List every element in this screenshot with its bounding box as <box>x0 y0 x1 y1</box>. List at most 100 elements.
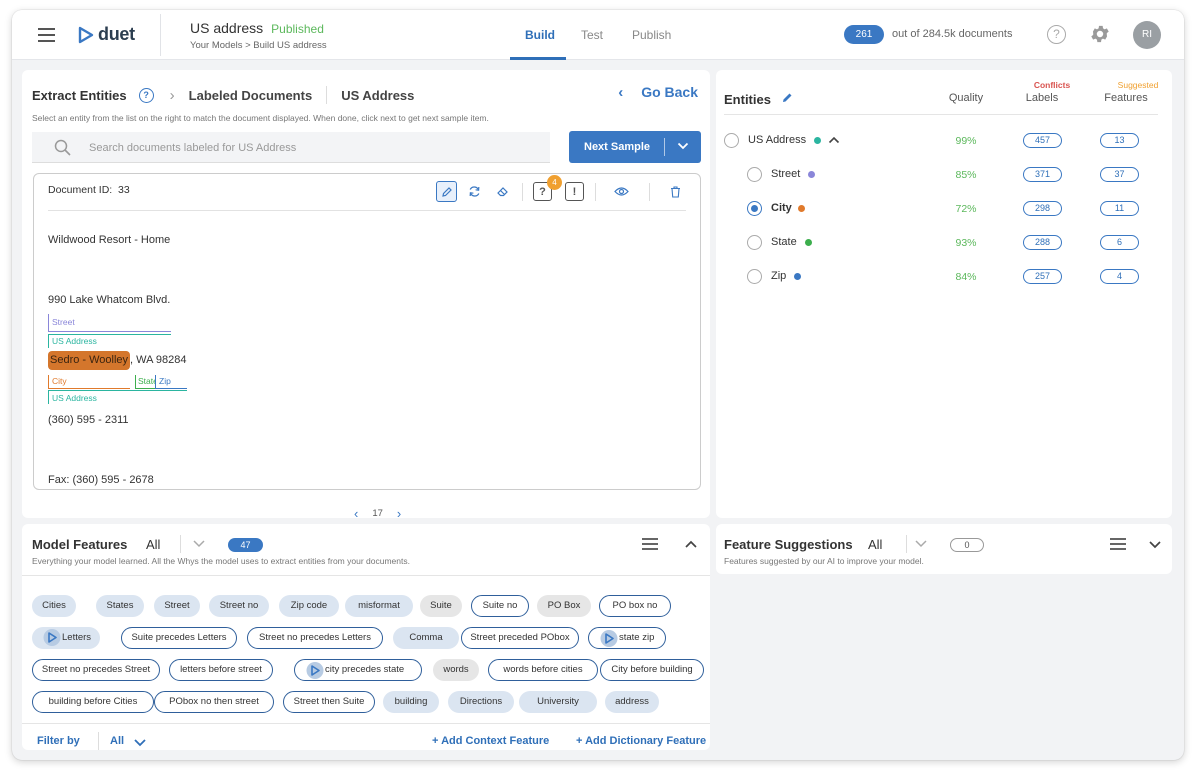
chevron-up-icon[interactable] <box>828 135 840 145</box>
menu-icon[interactable] <box>38 28 55 42</box>
count-badge: 4 <box>547 175 562 190</box>
features-filter-value[interactable]: All <box>146 537 160 552</box>
label-us-address[interactable]: US Address <box>48 390 187 404</box>
radio-button[interactable] <box>747 167 762 182</box>
feature-chip[interactable]: University <box>519 691 597 713</box>
document-line: 990 Lake Whatcom Blvd. <box>48 294 171 306</box>
entity-row-city[interactable]: City 72% 298 11 <box>716 194 1172 224</box>
document-id: Document ID: 33 <box>48 184 130 196</box>
feature-chip[interactable]: Street then Suite <box>283 691 375 713</box>
chevron-up-icon[interactable] <box>684 538 698 550</box>
filter-by-select[interactable]: All <box>110 735 124 747</box>
gear-icon[interactable] <box>1089 23 1111 45</box>
suggestions-filter-value[interactable]: All <box>868 537 882 552</box>
feature-chip[interactable]: States <box>96 595 144 617</box>
feature-chip[interactable]: Comma <box>393 627 459 649</box>
radio-button[interactable] <box>747 235 762 250</box>
feature-suggestions-title: Feature Suggestions <box>724 537 853 552</box>
chevron-right-icon[interactable]: › <box>397 506 401 521</box>
feature-chip[interactable]: Zip code <box>279 595 339 617</box>
eye-icon[interactable] <box>611 181 632 202</box>
help-icon[interactable]: ? <box>1047 25 1066 44</box>
features-count[interactable]: 37 <box>1100 167 1139 182</box>
radio-button[interactable] <box>747 201 762 216</box>
feature-chip[interactable]: Suite <box>420 595 462 617</box>
features-count[interactable]: 6 <box>1100 235 1139 250</box>
avatar[interactable]: RI <box>1133 21 1161 49</box>
entity-row-us-address[interactable]: US Address 99% 457 13 <box>716 126 1172 156</box>
entity-row-zip[interactable]: Zip 84% 257 4 <box>716 262 1172 292</box>
feature-chip[interactable]: Letters <box>32 627 100 649</box>
highlight-city[interactable]: Sedro - Woolley <box>48 351 130 370</box>
feature-chip[interactable]: PO box no <box>599 595 671 617</box>
feature-chip[interactable]: City before building <box>600 659 704 681</box>
radio-button[interactable] <box>747 269 762 284</box>
go-back-link[interactable]: ‹ Go Back <box>618 84 698 101</box>
radio-button[interactable] <box>724 133 739 148</box>
label-city[interactable]: City <box>48 375 130 389</box>
feature-chip[interactable]: Suite no <box>471 595 529 617</box>
features-count[interactable]: 11 <box>1100 201 1139 216</box>
labels-count[interactable]: 288 <box>1023 235 1062 250</box>
chevron-down-icon[interactable] <box>1148 538 1162 550</box>
label-state[interactable]: State <box>135 375 155 389</box>
labels-count[interactable]: 457 <box>1023 133 1062 148</box>
entity-row-street[interactable]: Street 85% 371 37 <box>716 160 1172 190</box>
feature-chip[interactable]: building before Cities <box>32 691 154 713</box>
add-context-feature-link[interactable]: + Add Context Feature <box>432 735 549 747</box>
feature-chip[interactable]: words <box>433 659 479 681</box>
features-count[interactable]: 4 <box>1100 269 1139 284</box>
crumb-labeled-documents[interactable]: Labeled Documents <box>189 88 313 103</box>
trash-icon[interactable] <box>665 181 686 202</box>
chevron-down-icon[interactable] <box>192 537 206 549</box>
add-dictionary-feature-link[interactable]: + Add Dictionary Feature <box>576 735 706 747</box>
feature-chip[interactable]: building <box>383 691 439 713</box>
feature-chip[interactable]: Suite precedes Letters <box>121 627 237 649</box>
feature-chip-label: city precedes state <box>325 664 405 675</box>
refresh-icon[interactable] <box>464 181 485 202</box>
feature-chip[interactable]: Cities <box>32 595 76 617</box>
search-input[interactable]: Search documents labeled for US Address <box>32 132 550 163</box>
labels-count[interactable]: 298 <box>1023 201 1062 216</box>
feature-chip[interactable]: Street no precedes Street <box>32 659 160 681</box>
feature-chip[interactable]: state zip <box>588 627 666 649</box>
flag-icon[interactable]: ! <box>565 182 584 201</box>
chevron-left-icon[interactable]: ‹ <box>354 506 358 521</box>
labels-count[interactable]: 371 <box>1023 167 1062 182</box>
eraser-icon[interactable] <box>492 181 513 202</box>
feature-chip[interactable]: Street <box>154 595 200 617</box>
feature-chip[interactable]: PObox no then street <box>154 691 274 713</box>
chevron-down-icon[interactable] <box>133 736 147 748</box>
feature-chip-label: PO Box <box>547 600 581 611</box>
label-street[interactable]: Street <box>48 314 171 332</box>
tab-test[interactable]: Test <box>581 28 603 42</box>
feature-chip[interactable]: address <box>605 691 659 713</box>
tab-publish[interactable]: Publish <box>632 28 671 42</box>
feature-chip[interactable]: Street preceded PObox <box>461 627 579 649</box>
help-icon[interactable]: ? <box>138 87 154 103</box>
label-zip[interactable]: Zip <box>155 375 187 389</box>
feature-chip[interactable]: letters before street <box>169 659 273 681</box>
pencil-icon[interactable] <box>436 181 457 202</box>
document-count-text: out of 284.5k documents <box>892 28 1013 40</box>
list-icon[interactable] <box>1110 538 1126 553</box>
breadcrumb[interactable]: Your Models > Build US address <box>190 40 327 51</box>
feature-chip[interactable]: misformat <box>345 595 413 617</box>
feature-chip[interactable]: words before cities <box>488 659 598 681</box>
feature-chip[interactable]: Street no precedes Letters <box>247 627 383 649</box>
features-count[interactable]: 13 <box>1100 133 1139 148</box>
labels-count[interactable]: 257 <box>1023 269 1062 284</box>
chevron-down-icon[interactable] <box>677 139 689 153</box>
list-icon[interactable] <box>642 538 658 553</box>
next-sample-button[interactable]: Next Sample <box>569 131 701 163</box>
duet-logo[interactable]: duet <box>78 24 135 45</box>
label-us-address[interactable]: US Address <box>48 334 171 348</box>
tab-build[interactable]: Build <box>525 28 555 42</box>
feature-chip[interactable]: Street no <box>209 595 269 617</box>
chevron-down-icon[interactable] <box>914 537 928 549</box>
feature-chip[interactable]: PO Box <box>537 595 591 617</box>
feature-chip[interactable]: Directions <box>448 691 514 713</box>
feature-chip[interactable]: city precedes state <box>294 659 422 681</box>
pencil-icon[interactable] <box>782 92 793 103</box>
entity-row-state[interactable]: State 93% 288 6 <box>716 228 1172 258</box>
